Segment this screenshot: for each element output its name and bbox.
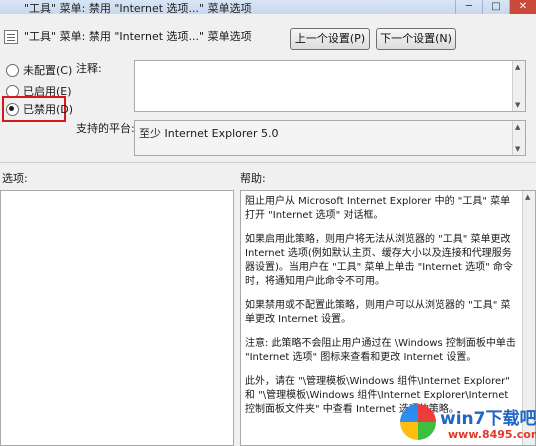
comment-textarea[interactable]: ▲ ▼: [134, 60, 526, 112]
help-paragraph: 阻止用户从 Microsoft Internet Explorer 中的 "工具…: [245, 196, 511, 221]
policy-title: "工具" 菜单: 禁用 "Internet 选项..." 菜单选项: [24, 30, 252, 43]
platform-value: 至少 Internet Explorer 5.0: [139, 127, 279, 140]
platform-label: 支持的平台:: [76, 122, 135, 135]
next-setting-button[interactable]: 下一个设置(N): [376, 28, 456, 50]
radio-disabled[interactable]: 已禁用(D): [6, 101, 73, 117]
section-divider: [0, 162, 536, 163]
scroll-up-icon: ▲: [515, 63, 521, 71]
watermark-logo-icon: [400, 404, 436, 440]
radio-label: 未配置(C): [23, 64, 73, 77]
comment-label: 注释:: [76, 62, 102, 75]
options-panel: [0, 190, 234, 446]
help-paragraph: 注意: 此策略不会阻止用户通过在 \Windows 控制面板中单击 "Inter…: [245, 338, 516, 363]
scroll-down-icon: ▼: [515, 145, 521, 153]
radio-label: 已禁用(D): [23, 103, 74, 116]
help-text: 阻止用户从 Microsoft Internet Explorer 中的 "工具…: [245, 195, 517, 427]
window-controls: ─ □ ✕: [455, 0, 536, 14]
platform-field: 至少 Internet Explorer 5.0 ▲ ▼: [134, 120, 526, 156]
help-paragraph: 如果禁用或不配置此策略，则用户可以从浏览器的 "工具" 菜单更改 Interne…: [245, 300, 511, 325]
maximize-button[interactable]: □: [482, 0, 509, 14]
scroll-up-icon: ▲: [515, 123, 521, 131]
radio-circle[interactable]: [6, 102, 19, 116]
scroll-down-icon: ▼: [515, 101, 521, 109]
radio-circle[interactable]: [6, 63, 19, 77]
comment-scrollbar[interactable]: ▲ ▼: [512, 61, 525, 111]
watermark-url: www.8495.com: [448, 428, 536, 441]
minimize-button[interactable]: ─: [455, 0, 482, 14]
options-label: 选项:: [2, 172, 28, 185]
close-button[interactable]: ✕: [509, 0, 536, 14]
window-title: "工具" 菜单: 禁用 "Internet 选项..." 菜单选项: [24, 2, 252, 15]
platform-scrollbar[interactable]: ▲ ▼: [512, 121, 525, 155]
help-paragraph: 如果启用此策略，则用户将无法从浏览器的 "工具" 菜单更改 Internet 选…: [245, 234, 513, 287]
scroll-up-icon: ▲: [525, 193, 531, 201]
watermark-brand: win7下载吧: [440, 409, 536, 429]
policy-icon: [4, 30, 18, 44]
previous-setting-button[interactable]: 上一个设置(P): [290, 28, 370, 50]
radio-not-configured[interactable]: 未配置(C): [6, 62, 72, 78]
help-label: 帮助:: [240, 172, 266, 185]
